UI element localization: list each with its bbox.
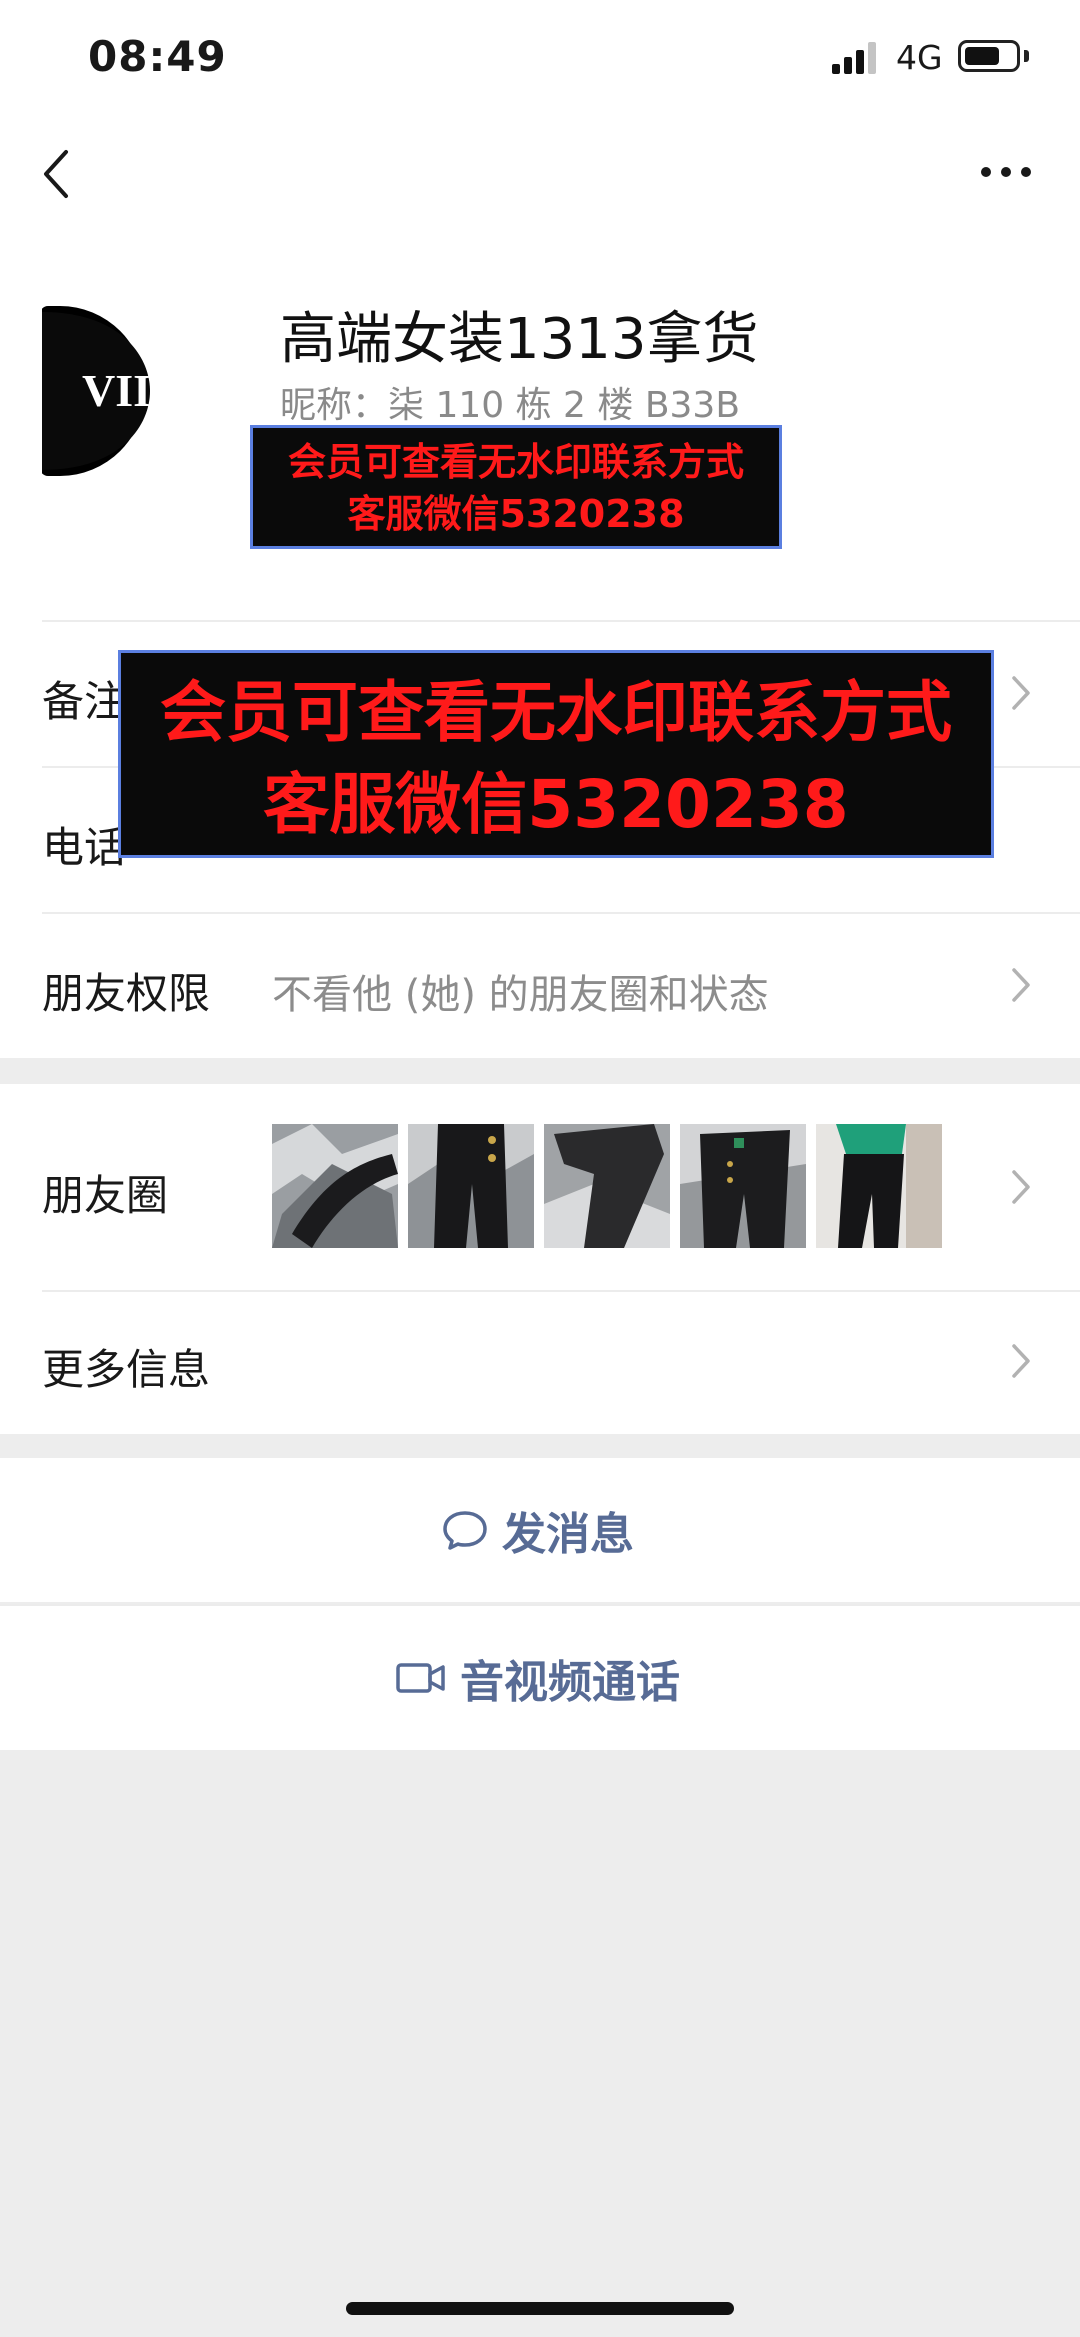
moments-thumbnail[interactable] <box>408 1124 534 1248</box>
av-call-label: 音视频通话 <box>460 1657 680 1708</box>
chevron-right-icon <box>1012 676 1030 710</box>
nav-bar <box>0 120 1080 230</box>
watermark-banner-big: 会员可查看无水印联系方式 客服微信5320238 <box>118 650 994 858</box>
home-indicator <box>346 2302 734 2315</box>
divider <box>42 1290 1080 1292</box>
moments-thumbnail[interactable] <box>544 1124 670 1248</box>
moments-thumbnail[interactable] <box>816 1124 942 1248</box>
row-value-permission: 不看他 (她) 的朋友圈和状态 <box>272 972 769 1018</box>
moments-thumbnails <box>272 1124 972 1248</box>
watermark-line-1: 会员可查看无水印联系方式 <box>287 440 744 484</box>
row-label-permission: 朋友权限 <box>42 969 211 1018</box>
signal-icon <box>832 42 876 74</box>
row-more-info[interactable]: 更多信息 <box>0 1290 1080 1434</box>
av-call-content: 音视频通话 <box>396 1606 680 1750</box>
battery-cap <box>1024 50 1029 62</box>
divider <box>42 620 1080 622</box>
chevron-right-icon <box>1012 968 1030 1002</box>
send-message-button[interactable]: 发消息 <box>0 1458 1080 1602</box>
watermark-line-1: 会员可查看无水印联系方式 <box>160 674 952 751</box>
back-icon[interactable] <box>38 144 78 204</box>
moments-thumbnail[interactable] <box>680 1124 806 1248</box>
profile-nickname: 昵称：柒 110 栋 2 楼 B33B <box>280 385 741 426</box>
row-label-phone: 电话 <box>42 823 127 872</box>
row-label-moments: 朋友圈 <box>42 1171 169 1220</box>
watermark-banner-small: 会员可查看无水印联系方式 客服微信5320238 <box>250 425 782 549</box>
row-moments[interactable]: 朋友圈 <box>0 1084 1080 1290</box>
avatar[interactable]: VII <box>40 306 222 476</box>
moments-thumbnail[interactable] <box>272 1124 398 1248</box>
battery-icon <box>958 40 1020 72</box>
profile-name: 高端女装1313拿货 <box>280 307 759 372</box>
avatar-logo: VII <box>40 306 222 476</box>
av-call-button[interactable]: 音视频通话 <box>0 1604 1080 1750</box>
send-message-label: 发消息 <box>502 1509 634 1560</box>
watermark-line-2: 客服微信5320238 <box>263 766 849 843</box>
network-type: 4G <box>896 38 943 77</box>
status-bar: 08:49 4G <box>0 0 1080 120</box>
row-friend-permission[interactable]: 朋友权限 不看他 (她) 的朋友圈和状态 <box>0 912 1080 1058</box>
chevron-right-icon <box>1012 1344 1030 1378</box>
more-icon[interactable] <box>980 164 1032 180</box>
chat-bubble-icon <box>443 1511 487 1550</box>
divider <box>42 912 1080 914</box>
row-label-more-info: 更多信息 <box>42 1345 211 1394</box>
video-call-icon <box>396 1663 445 1693</box>
row-label-remark: 备注 <box>42 677 127 726</box>
svg-text:VII: VII <box>82 365 151 416</box>
status-time: 08:49 <box>88 32 227 81</box>
watermark-line-2: 客服微信5320238 <box>347 492 685 536</box>
chevron-right-icon <box>1012 1170 1030 1204</box>
send-message-content: 发消息 <box>442 1458 634 1602</box>
